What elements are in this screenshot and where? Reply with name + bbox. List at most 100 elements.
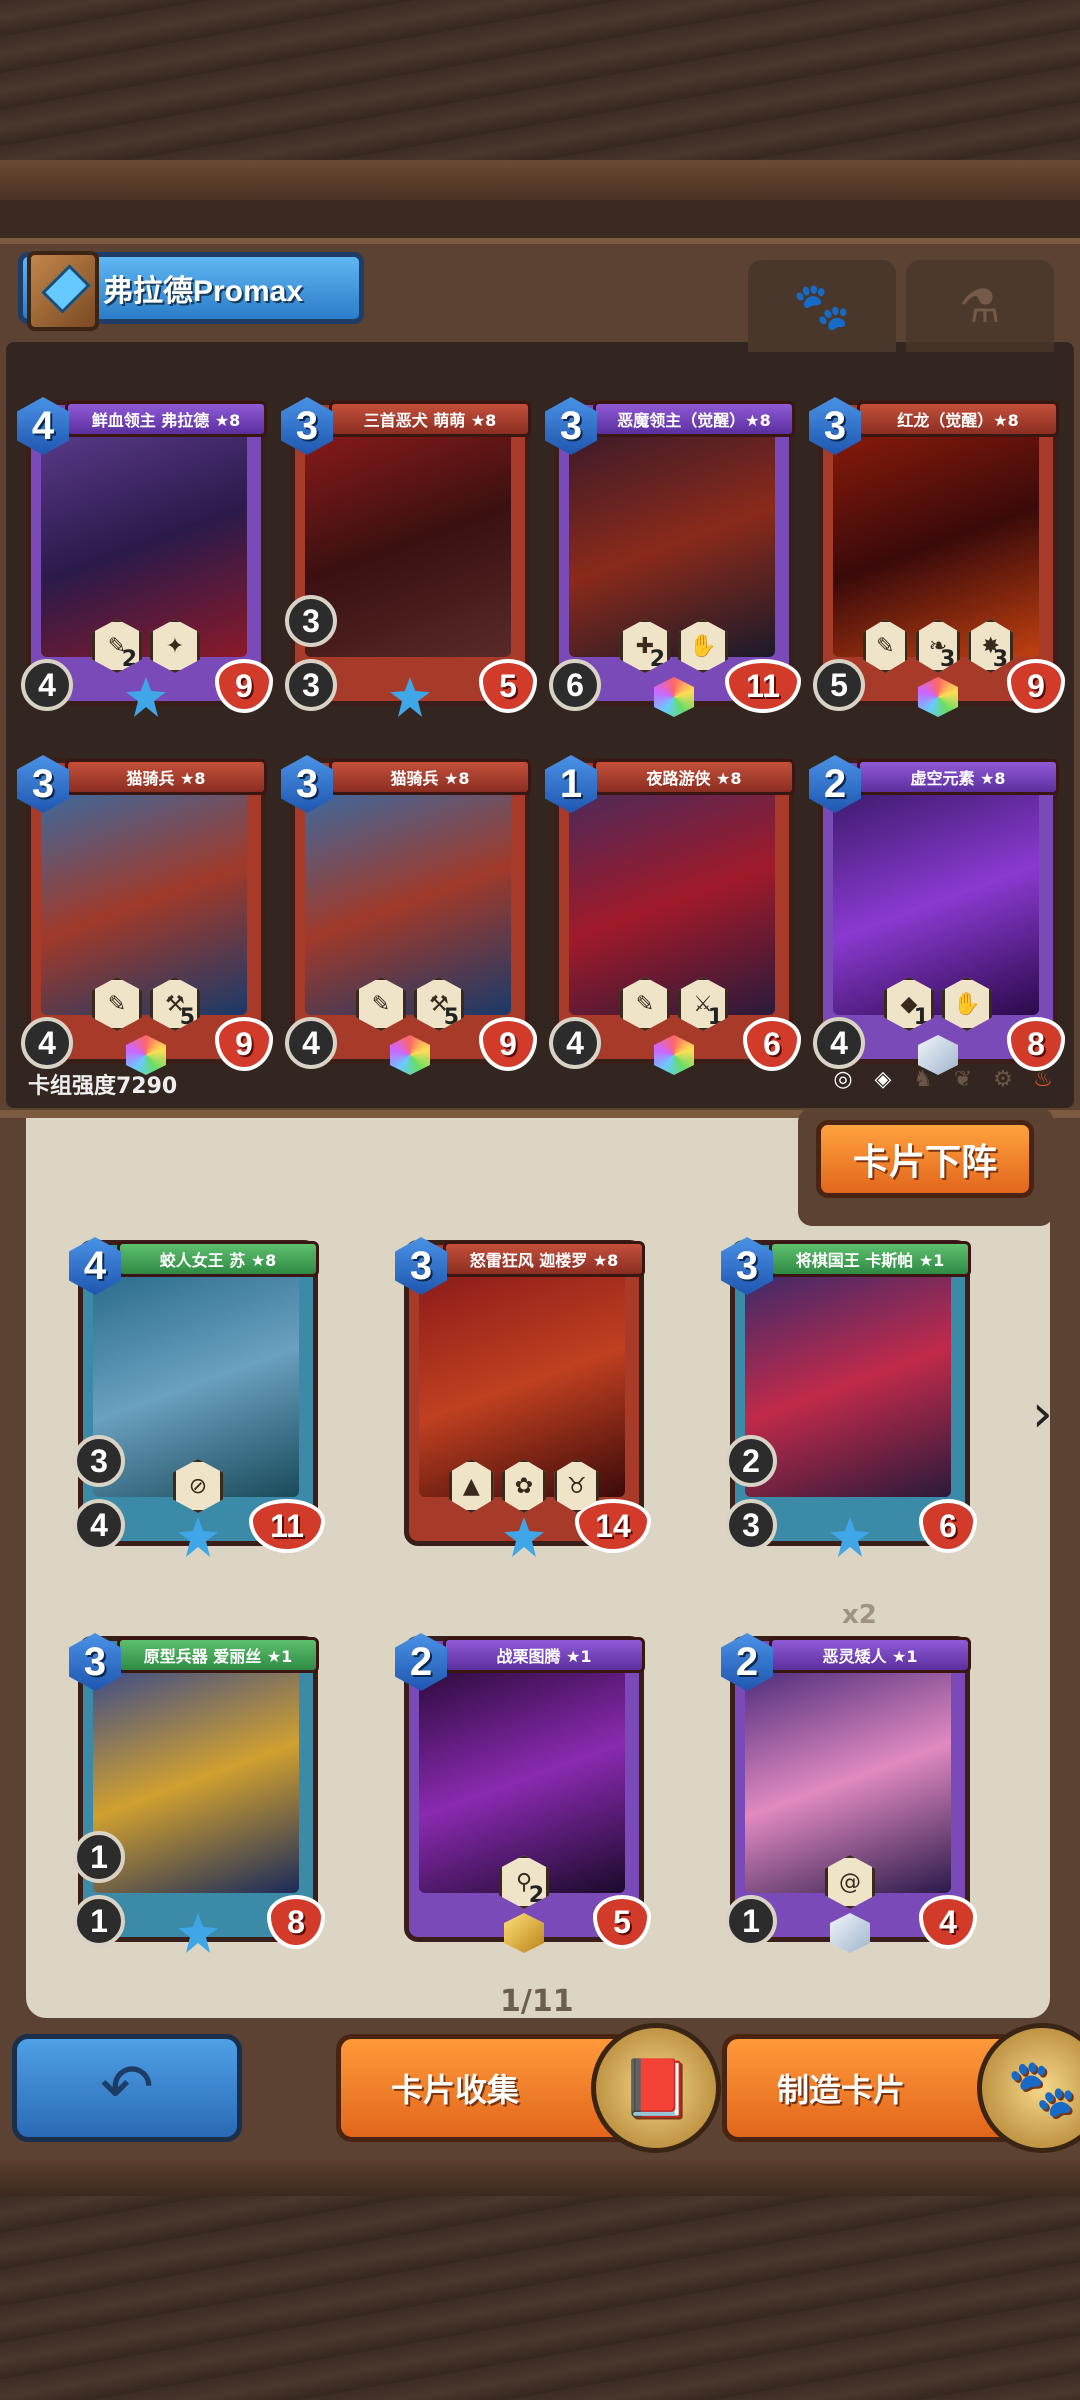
tab-potion[interactable]: ⚗ [906, 260, 1054, 352]
card[interactable]: 战栗图腾 ★1 2 5 ⚲ 2 [395, 1633, 651, 1953]
ability-icon: ⚲ 2 [499, 1855, 549, 1909]
back-button[interactable]: ↶ [12, 2034, 242, 2142]
card-attack: 6 [549, 659, 601, 711]
ability-icon: ✎ 2 [92, 619, 142, 673]
card-name: 猫骑兵 ★8 [329, 759, 531, 795]
card-abilities: ✎ ⚔ 1 [599, 977, 749, 1031]
card-name: 猫骑兵 ★8 [65, 759, 267, 795]
card-abilities: ✎ 2 ✦ [71, 619, 221, 673]
beast-filter-icon[interactable]: ♞ [908, 1064, 938, 1094]
ability-glyph: ♉ [566, 1473, 587, 1499]
all-filter-icon[interactable]: ◎ [828, 1064, 858, 1094]
ability-glyph: ✋ [689, 633, 717, 659]
card-abilities: ✎ ❧ 3 ✸ 3 [863, 619, 1014, 673]
card-speed: 1 [73, 1831, 125, 1883]
ability-glyph: @ [839, 1869, 861, 1895]
card[interactable]: 猫骑兵 ★8 3 4 9 ✎ ⚒ 5 [281, 755, 537, 1075]
card-attack: 4 [549, 1017, 601, 1069]
ability-icon: ◆ 1 [884, 977, 934, 1031]
card-name: 战栗图腾 ★1 [443, 1637, 645, 1673]
card-name: 恶灵矮人 ★1 [769, 1637, 971, 1673]
ability-value: 5 [179, 1005, 195, 1030]
ability-value: 2 [649, 647, 665, 672]
card-attack: 3 [285, 659, 337, 711]
void-filter-icon[interactable]: ◈ [868, 1064, 898, 1094]
card-name: 怒雷狂风 迦楼罗 ★8 [443, 1241, 645, 1277]
spellbook-icon [27, 251, 99, 331]
ability-glyph: ✦ [165, 633, 185, 659]
duplicate-count: x2 [842, 1600, 877, 1630]
ability-value: 3 [992, 647, 1009, 672]
ability-value: 2 [528, 1883, 544, 1908]
ability-icon: ❧ 3 [915, 619, 961, 673]
paw-icon: 🐾 [793, 278, 851, 333]
ability-icon: ▲ [449, 1459, 494, 1513]
ability-icon: ✚ 2 [620, 619, 670, 673]
ability-glyph: ✎ [635, 991, 655, 1017]
next-page-arrow-icon[interactable]: › [1032, 1386, 1062, 1442]
card-attack: 4 [21, 659, 73, 711]
ability-icon: @ [825, 1855, 875, 1909]
ability-glyph: ✎ [371, 991, 391, 1017]
card-attack: 4 [813, 1017, 865, 1069]
ability-icon: ⚔ 1 [678, 977, 728, 1031]
card[interactable]: 夜路游侠 ★8 1 4 6 ✎ ⚔ 1 [545, 755, 801, 1075]
tab-paw[interactable]: 🐾 [748, 260, 896, 352]
card[interactable]: 原型兵器 爱丽丝 ★1 3 1 1 8 [69, 1633, 325, 1953]
card-abilities: ⊘ [123, 1459, 273, 1513]
card-name: 夜路游侠 ★8 [593, 759, 795, 795]
deck-name-banner[interactable]: 弗拉德Promax [18, 251, 364, 331]
card[interactable]: 猫骑兵 ★8 3 4 9 ✎ ⚒ 5 [17, 755, 273, 1075]
ability-value: 5 [443, 1005, 459, 1030]
card-attack: 4 [21, 1017, 73, 1069]
ability-icon: ✋ [678, 619, 728, 673]
paw-jar-icon: 🐾 [977, 2023, 1080, 2153]
card-name: 三首恶犬 萌萌 ★8 [329, 401, 531, 437]
card-speed: 2 [725, 1435, 777, 1487]
ability-icon: ✎ [863, 619, 908, 673]
ability-glyph: ✋ [953, 991, 981, 1017]
remove-card-button[interactable]: 卡片下阵 [816, 1120, 1034, 1198]
card-abilities: ✎ ⚒ 5 [71, 977, 221, 1031]
card-album-icon: 📕 [591, 2023, 721, 2153]
card-abilities: ⚲ 2 [449, 1855, 599, 1909]
fire-filter-icon[interactable]: ♨ [1028, 1064, 1058, 1094]
card-attack: 4 [285, 1017, 337, 1069]
ability-icon: ♉ [554, 1459, 600, 1513]
card-abilities: ▲ ✿ ♉ [449, 1459, 600, 1513]
card[interactable]: 红龙（觉醒）★8 3 5 9 ✎ ❧ 3 ✸ 3 [809, 397, 1065, 717]
ability-icon: ✎ [356, 977, 406, 1031]
back-arrow-icon: ↶ [100, 2051, 154, 2125]
ability-glyph: ✎ [107, 991, 127, 1017]
card[interactable]: 蛟人女王 苏 ★8 4 3 4 11 ⊘ [69, 1237, 325, 1557]
ability-glyph: ✎ [876, 633, 895, 659]
deck-strength: 卡组强度7290 [28, 1074, 178, 1099]
ability-icon: ⚒ 5 [150, 977, 200, 1031]
potion-icon: ⚗ [959, 279, 1001, 333]
ability-value: 3 [940, 647, 956, 672]
deck-name-label: 弗拉德Promax [103, 275, 304, 308]
nature-filter-icon[interactable]: ❦ [948, 1064, 978, 1094]
ability-value: 1 [707, 1005, 723, 1030]
top-wood-frame [0, 0, 1080, 200]
card[interactable]: 虚空元素 ★8 2 4 8 ◆ 1 ✋ [809, 755, 1065, 1075]
card-attack: 1 [725, 1895, 777, 1947]
ability-icon: ⚒ 5 [414, 977, 464, 1031]
mech-filter-icon[interactable]: ⚙ [988, 1064, 1018, 1094]
craft-card-button[interactable]: 制造卡片 🐾 [722, 2023, 1080, 2153]
card[interactable]: 鲜血领主 弗拉德 ★8 4 4 9 ✎ 2 ✦ [17, 397, 273, 717]
card[interactable]: 恶灵矮人 ★1 2 1 4 @ [721, 1633, 977, 1953]
card[interactable]: 怒雷狂风 迦楼罗 ★8 3 14 ▲ ✿ ♉ [395, 1237, 651, 1557]
craft-card-label: 制造卡片 [777, 2072, 906, 2108]
ability-value: 2 [121, 647, 137, 672]
ability-icon: ✿ [501, 1459, 547, 1513]
card-collection-button[interactable]: 卡片收集 📕 [336, 2023, 721, 2153]
card-name: 鲜血领主 弗拉德 ★8 [65, 401, 267, 437]
card[interactable]: 将棋国王 卡斯帕 ★1 3 2 3 6 [721, 1237, 977, 1557]
card-name: 虚空元素 ★8 [857, 759, 1059, 795]
card[interactable]: 三首恶犬 萌萌 ★8 3 3 3 5 [281, 397, 537, 717]
ability-icon: ⊘ [173, 1459, 223, 1513]
ability-icon: ✎ [92, 977, 142, 1031]
ability-glyph: ▲ [462, 1473, 480, 1499]
card[interactable]: 恶魔领主（觉醒）★8 3 6 11 ✚ 2 ✋ [545, 397, 801, 717]
